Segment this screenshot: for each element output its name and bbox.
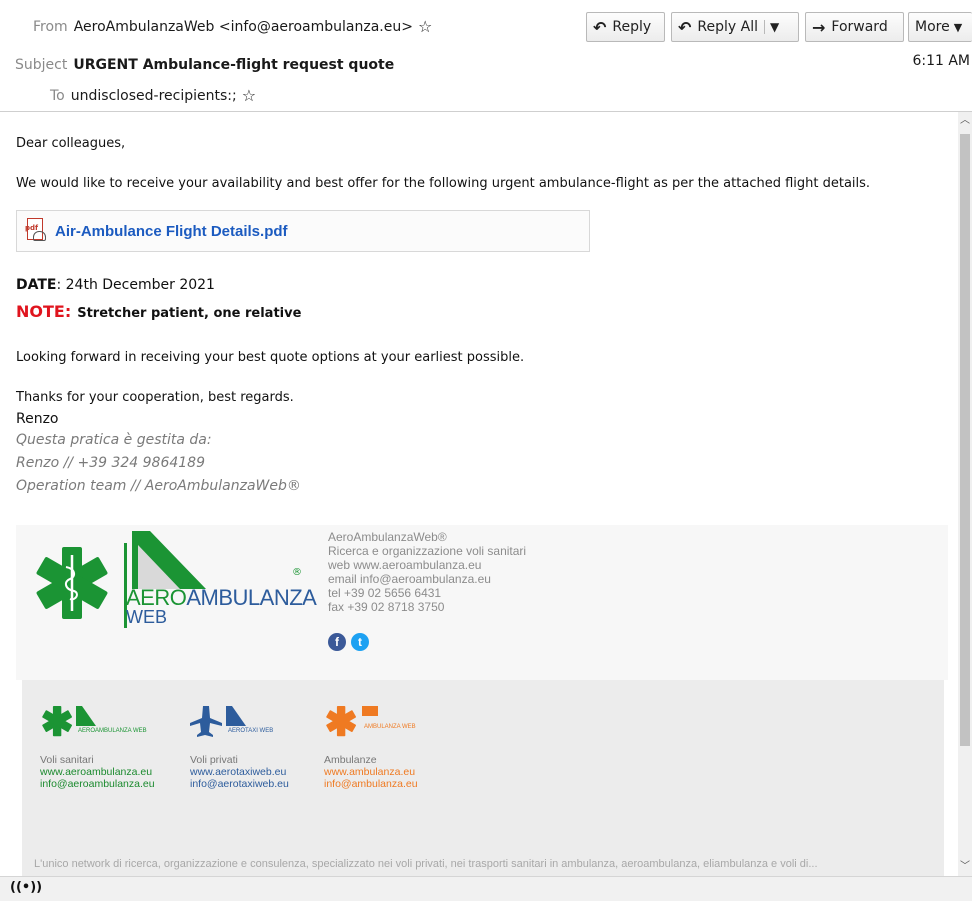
note-label: NOTE: xyxy=(16,302,72,321)
attachment[interactable]: pdf Air-Ambulance Flight Details.pdf xyxy=(16,210,590,252)
airplane-logo-icon: AEROTAXI WEB xyxy=(190,706,273,737)
message-header: From AeroAmbulanzaWeb <info@aeroambulanz… xyxy=(0,0,972,112)
pdf-file-icon: pdf xyxy=(25,218,47,244)
from-row: From AeroAmbulanzaWeb <info@aeroambulanz… xyxy=(33,15,432,39)
subject-row: Subject URGENT Ambulance-flight request … xyxy=(15,53,394,77)
logo-mark-icon xyxy=(132,531,206,589)
svg-text:AEROAMBULANZA WEB: AEROAMBULANZA WEB xyxy=(78,728,147,734)
reply-all-label: Reply All xyxy=(697,19,758,35)
to-row: To undisclosed-recipients:; ☆ xyxy=(50,84,256,108)
message-time: 6:11 AM xyxy=(912,53,970,69)
more-label: More xyxy=(915,19,950,35)
more-button[interactable]: More ▼ xyxy=(908,12,972,42)
signature-line: Operation team // AeroAmbulanzaWeb® xyxy=(16,478,301,494)
intro-text: We would like to receive your availabili… xyxy=(16,176,871,191)
social-links: f t xyxy=(328,633,369,651)
subject-label: Subject xyxy=(15,57,68,73)
footer-link[interactable]: www.ambulanza.eu xyxy=(324,766,418,778)
footer-category-ambulance: Ambulanze www.ambulanza.eu info@ambulanz… xyxy=(324,754,418,790)
footer-link[interactable]: info@aeroambulanza.eu xyxy=(40,778,155,790)
from-label: From xyxy=(33,19,68,35)
date-label: DATE xyxy=(16,277,57,293)
signer-name: Renzo xyxy=(16,411,59,427)
to-label: To xyxy=(50,88,65,104)
forward-label: Forward xyxy=(831,19,888,35)
footer-logo-aerotaxi[interactable]: AEROTAXI WEB xyxy=(190,702,330,746)
signature-line: Renzo // +39 324 9864189 xyxy=(16,455,205,471)
to-value[interactable]: undisclosed-recipients:; xyxy=(71,88,237,104)
greeting: Dear colleagues, xyxy=(16,136,126,151)
footer-category-medical: Voli sanitari www.aeroambulanza.eu info@… xyxy=(40,754,155,790)
footer-logo-aeroambulanza[interactable]: AEROAMBULANZA WEB xyxy=(40,702,180,746)
logo-registered-mark: ® xyxy=(292,567,302,578)
scroll-thumb[interactable] xyxy=(960,134,970,746)
star-icon[interactable]: ☆ xyxy=(242,88,256,104)
footer-link[interactable]: www.aeroambulanza.eu xyxy=(40,766,155,778)
logo-subtext: WEB xyxy=(126,607,168,627)
footer-category-private: Voli privati www.aerotaxiweb.eu info@aer… xyxy=(190,754,289,790)
forward-arrow-icon: → xyxy=(812,17,826,37)
closing-text: Looking forward in receiving your best q… xyxy=(16,350,525,365)
network-footer: AEROAMBULANZA WEB Voli sanitari www.aero… xyxy=(22,680,944,876)
facebook-icon[interactable]: f xyxy=(328,633,346,651)
twitter-icon[interactable]: t xyxy=(351,633,369,651)
date-value: : 24th December 2021 xyxy=(56,277,215,293)
note-value: Stretcher patient, one relative xyxy=(77,306,302,321)
footer-link[interactable]: info@aerotaxiweb.eu xyxy=(190,778,289,790)
reply-all-arrow-icon: ↶ xyxy=(678,17,692,37)
footer-tagline: L'unico network di ricerca, organizzazio… xyxy=(34,858,818,870)
aeroambulanza-logo-icon: AEROAMBULANZA WEB xyxy=(42,706,147,737)
star-icon[interactable]: ☆ xyxy=(418,19,432,35)
subject-value: URGENT Ambulance-flight request quote xyxy=(73,57,395,73)
online-status-icon[interactable]: ((•)) xyxy=(10,880,42,895)
star-of-life-icon xyxy=(36,547,108,619)
forward-button[interactable]: → Forward xyxy=(805,12,904,42)
date-line: DATE: 24th December 2021 xyxy=(16,277,215,293)
note-line: NOTE: Stretcher patient, one relative xyxy=(16,302,301,321)
reply-arrow-icon: ↶ xyxy=(593,17,607,37)
footer-link[interactable]: www.aerotaxiweb.eu xyxy=(190,766,289,778)
signature-banner: AEROAMBULANZA WEB ® AeroAmbulanzaWeb® Ri… xyxy=(16,525,948,680)
chevron-down-icon[interactable]: ▼ xyxy=(764,20,779,34)
company-info: AeroAmbulanzaWeb® Ricerca e organizzazio… xyxy=(328,530,527,614)
closing-regards: Thanks for your cooperation, best regard… xyxy=(16,390,294,405)
svg-text:AEROTAXI WEB: AEROTAXI WEB xyxy=(228,728,273,734)
from-value[interactable]: AeroAmbulanzaWeb <info@aeroambulanza.eu> xyxy=(74,19,413,35)
footer-logo-ambulanza[interactable]: AMBULANZA WEB xyxy=(324,702,464,746)
reply-button[interactable]: ↶ Reply xyxy=(586,12,665,42)
message-body[interactable]: Dear colleagues, We would like to receiv… xyxy=(0,112,958,876)
footer-link[interactable]: info@ambulanza.eu xyxy=(324,778,418,790)
vertical-scrollbar[interactable]: ︿ ﹀ xyxy=(958,112,972,876)
scroll-up-icon[interactable]: ︿ xyxy=(958,114,972,128)
chevron-down-icon: ▼ xyxy=(953,20,963,34)
status-bar: ((•)) xyxy=(0,876,972,901)
ambulance-logo-icon: AMBULANZA WEB xyxy=(326,706,416,737)
reply-label: Reply xyxy=(612,19,652,35)
scroll-down-icon[interactable]: ﹀ xyxy=(958,860,972,874)
attachment-link[interactable]: Air-Ambulance Flight Details.pdf xyxy=(55,223,288,240)
svg-text:AMBULANZA WEB: AMBULANZA WEB xyxy=(364,724,416,730)
reply-all-button[interactable]: ↶ Reply All ▼ xyxy=(671,12,799,42)
signature-line: Questa pratica è gestita da: xyxy=(16,432,212,448)
